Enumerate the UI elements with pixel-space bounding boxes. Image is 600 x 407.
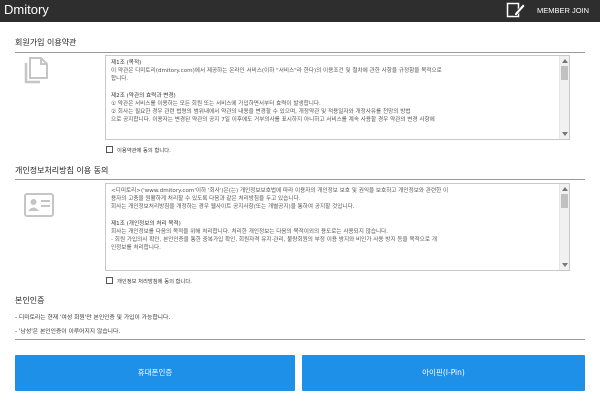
- privacy-section-title: 개인정보처리방침 이용 동의: [15, 166, 109, 175]
- scroll-down-icon[interactable]: [562, 132, 568, 136]
- terms-line: 용자의 고충을 원활하게 처리할 수 있도록 다음과 같은 처리방침을 두고 있…: [111, 196, 301, 203]
- brand-logo[interactable]: Dmitory: [4, 0, 49, 22]
- terms-line: 회사는 개인정보를 다음의 목적을 위해 처리합니다. 처리한 개인정보는 다음…: [111, 228, 389, 235]
- terms-scrollbar[interactable]: [559, 56, 569, 139]
- copy-documents-icon: [24, 57, 48, 84]
- id-card-icon: [24, 193, 54, 217]
- article-heading: 제1조 (목적): [111, 60, 142, 66]
- section-divider: [15, 52, 585, 53]
- terms-line: - 회원 가입의사 확인, 본인인증을 통한 중복가입 확인, 회원자격 유지·…: [111, 237, 437, 244]
- privacy-agree-checkbox[interactable]: [106, 277, 113, 284]
- terms-line: ② 회사는 필요한 경우 관련 법령의 범위내에서 약관의 내용을 변경할 수 …: [111, 109, 411, 116]
- top-bar: Dmitory MEMBER JOIN: [0, 0, 600, 22]
- scroll-up-icon[interactable]: [562, 187, 568, 191]
- ipin-verify-button[interactable]: 아이핀(I-Pin): [302, 355, 585, 391]
- article-heading: 제2조 (약관의 효력과 변경): [111, 92, 176, 99]
- terms-line: 으로 공지합니다. 이용자는 변경된 약관의 공지 7일 이후에도 거부의사를 …: [111, 117, 435, 124]
- terms-line: 인정보를 처리합니다.: [111, 245, 161, 252]
- terms-line: <디미토리>('www.dmitory.com'이하 '회사')은(는) 개인정…: [111, 188, 449, 194]
- scroll-up-icon[interactable]: [562, 59, 568, 63]
- privacy-agree-label[interactable]: 개인정보 처리방침에 동의 합니다.: [117, 277, 192, 285]
- pen-signup-icon[interactable]: [506, 1, 526, 19]
- terms-line: 합니다.: [111, 76, 129, 83]
- certification-note: - '남성'은 본인인증이 이루어지지 않습니다.: [15, 329, 121, 335]
- privacy-textbox[interactable]: <디미토리>('www.dmitory.com'이하 '회사')은(는) 개인정…: [105, 183, 570, 271]
- certification-title: 본인인증: [15, 296, 45, 305]
- scroll-thumb[interactable]: [561, 194, 568, 208]
- section-divider: [15, 339, 585, 340]
- scroll-down-icon[interactable]: [562, 263, 568, 267]
- terms-agree-checkbox[interactable]: [106, 146, 113, 153]
- terms-agree-label[interactable]: 이용약관에 동의 합니다.: [117, 146, 171, 154]
- privacy-scrollbar[interactable]: [559, 184, 569, 270]
- terms-textbox[interactable]: 제1조 (목적) 이 약관은 디미토리(dmitory.com)에서 제공하는 온…: [105, 55, 570, 140]
- section-divider: [15, 179, 585, 180]
- terms-line: ① 약관은 서비스를 이용하는 모든 회원 또는 서비스에 가입하면서부터 효력…: [111, 100, 321, 107]
- scroll-thumb[interactable]: [561, 66, 568, 80]
- terms-line: 회사는 개인정보처리방침을 개정하는 경우 웹사이트 공지사항(또는 개별공지)…: [111, 204, 355, 211]
- certification-note: - 디미토리는 현재 '여성 회원'만 본인인증 및 가입이 가능합니다.: [15, 315, 171, 321]
- member-join-link[interactable]: MEMBER JOIN: [537, 0, 589, 22]
- phone-verify-button[interactable]: 휴대폰인증: [15, 355, 295, 391]
- article-heading: 제1조 (개인정보의 처리 목적): [111, 220, 181, 227]
- terms-section-title: 회원가입 이용약관: [15, 38, 77, 47]
- terms-line: 이 약관은 디미토리(dmitory.com)에서 제공하는 온라인 서비스(이…: [111, 68, 442, 75]
